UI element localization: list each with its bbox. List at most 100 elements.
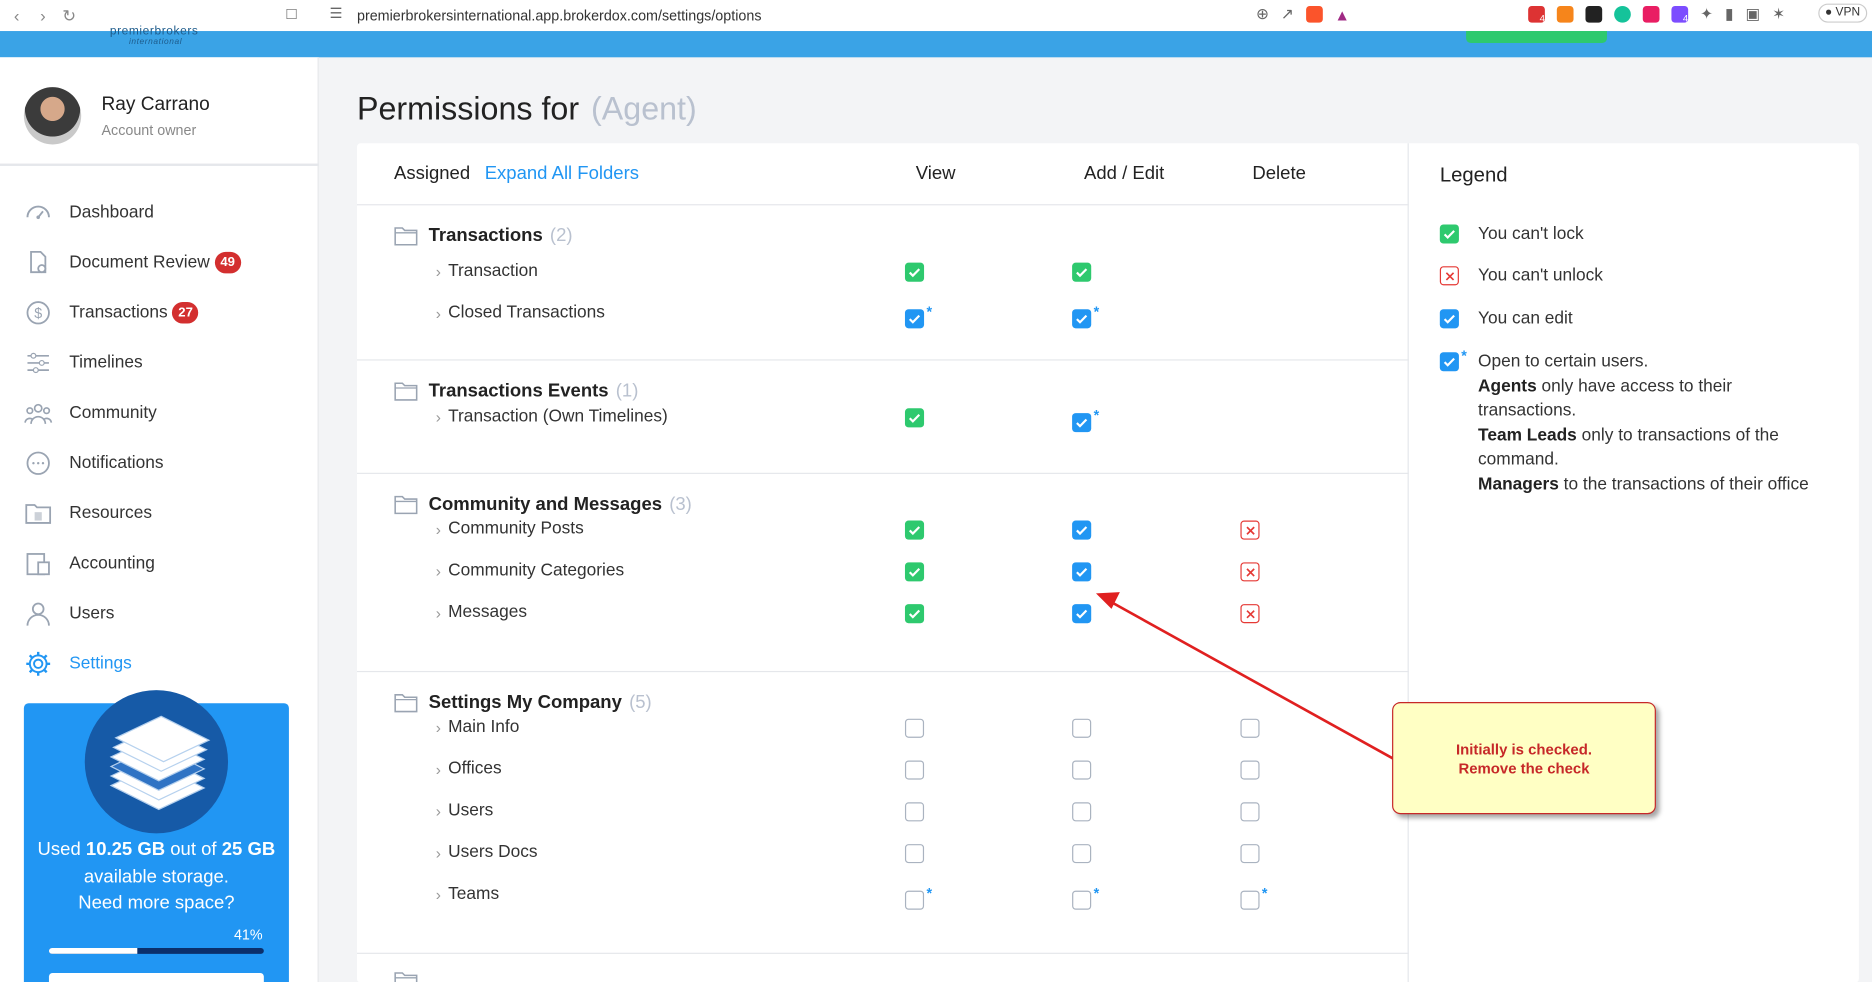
- edit-checkbox[interactable]: [1072, 262, 1092, 282]
- edit-checkbox[interactable]: [1072, 802, 1092, 822]
- legend-open-intro: Open to certain users.: [1478, 352, 1649, 372]
- chevron-right-icon: ›: [435, 759, 441, 778]
- edit-checkbox[interactable]: [1072, 844, 1092, 864]
- sidebar: Ray Carrano Account owner Dashboard Docum…: [0, 57, 319, 982]
- sidebar-item-document-review[interactable]: Document Review 49: [24, 238, 311, 288]
- chevron-right-icon: ›: [435, 262, 441, 280]
- del-checkbox[interactable]: [1240, 604, 1260, 624]
- puzzle-icon[interactable]: ✦: [1700, 5, 1713, 24]
- brave-rewards-icon[interactable]: ▲: [1335, 5, 1350, 23]
- chevron-right-icon: ›: [435, 303, 441, 322]
- zoom-icon[interactable]: ⊕: [1256, 5, 1269, 24]
- sidebar-item-settings[interactable]: Settings: [24, 639, 311, 689]
- sidebar-item-accounting[interactable]: Accounting: [24, 538, 311, 588]
- user-profile[interactable]: Ray Carrano Account owner: [23, 87, 210, 145]
- del-checkbox[interactable]: [1240, 718, 1260, 738]
- edit-checkbox[interactable]: [1072, 604, 1092, 624]
- topbar-action-button[interactable]: [1466, 31, 1607, 43]
- view-checkbox[interactable]: [904, 408, 925, 428]
- permission-row[interactable]: › Closed Transactions: [436, 303, 605, 322]
- extension-icon[interactable]: 4: [1528, 5, 1545, 24]
- sidebar-item-label: Accounting: [69, 553, 155, 574]
- assigned-label: Assigned: [393, 163, 471, 184]
- view-checkbox[interactable]: [904, 604, 925, 624]
- permission-row[interactable]: › Community Categories: [436, 561, 624, 580]
- permission-row[interactable]: › Teams: [436, 885, 499, 904]
- sidebar-item-timelines[interactable]: Timelines: [24, 338, 311, 388]
- wallet-icon[interactable]: ▣: [1746, 5, 1761, 24]
- edit-checkbox[interactable]: [1072, 309, 1092, 329]
- permission-row[interactable]: › Users: [436, 801, 494, 820]
- asterisk-icon: *: [1093, 884, 1100, 902]
- avatar[interactable]: [23, 87, 82, 145]
- site-settings-icon[interactable]: ☰: [330, 5, 343, 22]
- view-checkbox[interactable]: [904, 718, 925, 738]
- chevron-right-icon: ›: [435, 801, 441, 820]
- folder-title[interactable]: Settings My Company (5): [394, 692, 652, 713]
- folder-icon: [394, 494, 429, 515]
- user-name: Ray Carrano: [101, 93, 210, 115]
- expand-all-folders-link[interactable]: Expand All Folders: [485, 164, 639, 185]
- edit-checkbox[interactable]: [1072, 562, 1092, 582]
- share-icon[interactable]: ↗: [1281, 5, 1294, 24]
- sidebar-icon[interactable]: ▮: [1725, 5, 1734, 24]
- storage-mid: out of: [165, 839, 222, 860]
- view-checkbox[interactable]: [904, 844, 925, 864]
- view-checkbox[interactable]: [904, 309, 925, 329]
- permission-row[interactable]: › Offices: [436, 759, 502, 778]
- view-checkbox[interactable]: [904, 802, 925, 822]
- folder-title[interactable]: Transactions (2): [394, 226, 573, 247]
- reload-icon[interactable]: ↻: [60, 5, 79, 25]
- permission-row[interactable]: › Transaction: [436, 261, 538, 280]
- edit-checkbox[interactable]: [1072, 890, 1092, 910]
- del-checkbox[interactable]: [1240, 844, 1260, 864]
- leo-icon[interactable]: ✶: [1772, 5, 1785, 24]
- edit-checkbox[interactable]: [1072, 760, 1092, 780]
- permission-row[interactable]: › Messages: [436, 603, 527, 622]
- brave-shield-icon[interactable]: [1305, 5, 1323, 23]
- sidebar-item-community[interactable]: Community: [24, 388, 311, 438]
- brand-sub: international: [128, 38, 183, 47]
- folder-title[interactable]: Community and Messages (3): [394, 494, 692, 515]
- extension-icon[interactable]: 4: [1671, 5, 1689, 24]
- chevron-right-icon: ›: [435, 407, 441, 426]
- del-checkbox[interactable]: [1240, 562, 1260, 582]
- del-checkbox[interactable]: [1240, 760, 1260, 780]
- grammarly-icon[interactable]: [1614, 5, 1631, 23]
- sidebar-item-notifications[interactable]: Notifications: [24, 438, 311, 488]
- permission-row[interactable]: › Main Info: [436, 718, 520, 737]
- extension-icon[interactable]: [1585, 5, 1603, 23]
- brand-logo[interactable]: premierbrokers international: [110, 26, 199, 47]
- upgrade-storage-button[interactable]: [48, 973, 264, 982]
- sidebar-item-transactions[interactable]: $ Transactions 27: [24, 288, 311, 338]
- permission-row[interactable]: › Transaction (Own Timelines): [436, 407, 668, 426]
- community-icon: [24, 403, 53, 424]
- edit-checkbox[interactable]: [1072, 413, 1092, 433]
- sidebar-item-resources[interactable]: Resources: [24, 488, 311, 538]
- permission-row[interactable]: › Community Posts: [436, 519, 584, 538]
- del-checkbox[interactable]: [1240, 890, 1260, 910]
- view-checkbox[interactable]: [904, 520, 925, 540]
- view-checkbox[interactable]: [904, 890, 925, 910]
- sidebar-item-dashboard[interactable]: Dashboard: [24, 187, 311, 237]
- extension-icon[interactable]: [1642, 5, 1660, 23]
- forward-icon[interactable]: ›: [33, 6, 52, 25]
- edit-checkbox[interactable]: [1072, 718, 1092, 738]
- del-checkbox[interactable]: [1240, 802, 1260, 822]
- bookmark-icon[interactable]: □: [287, 4, 297, 23]
- edit-checkbox[interactable]: [1072, 520, 1092, 540]
- view-checkbox[interactable]: [904, 760, 925, 780]
- legend-edit: You can edit: [1439, 307, 1573, 331]
- permission-row[interactable]: › Users Docs: [436, 843, 538, 862]
- del-checkbox[interactable]: [1240, 520, 1260, 540]
- address-bar[interactable]: premierbrokersinternational.app.brokerdo…: [357, 7, 762, 24]
- metamask-icon[interactable]: [1556, 5, 1574, 23]
- view-checkbox[interactable]: [904, 262, 925, 282]
- back-icon[interactable]: ‹: [7, 6, 26, 25]
- view-checkbox[interactable]: [904, 562, 925, 582]
- sidebar-item-users[interactable]: Users: [24, 589, 311, 639]
- sidebar-item-label: Dashboard: [69, 202, 154, 223]
- svg-text:$: $: [34, 306, 42, 322]
- folder-title[interactable]: Transactions Events (1): [394, 381, 638, 402]
- vpn-button[interactable]: ● VPN: [1817, 3, 1868, 23]
